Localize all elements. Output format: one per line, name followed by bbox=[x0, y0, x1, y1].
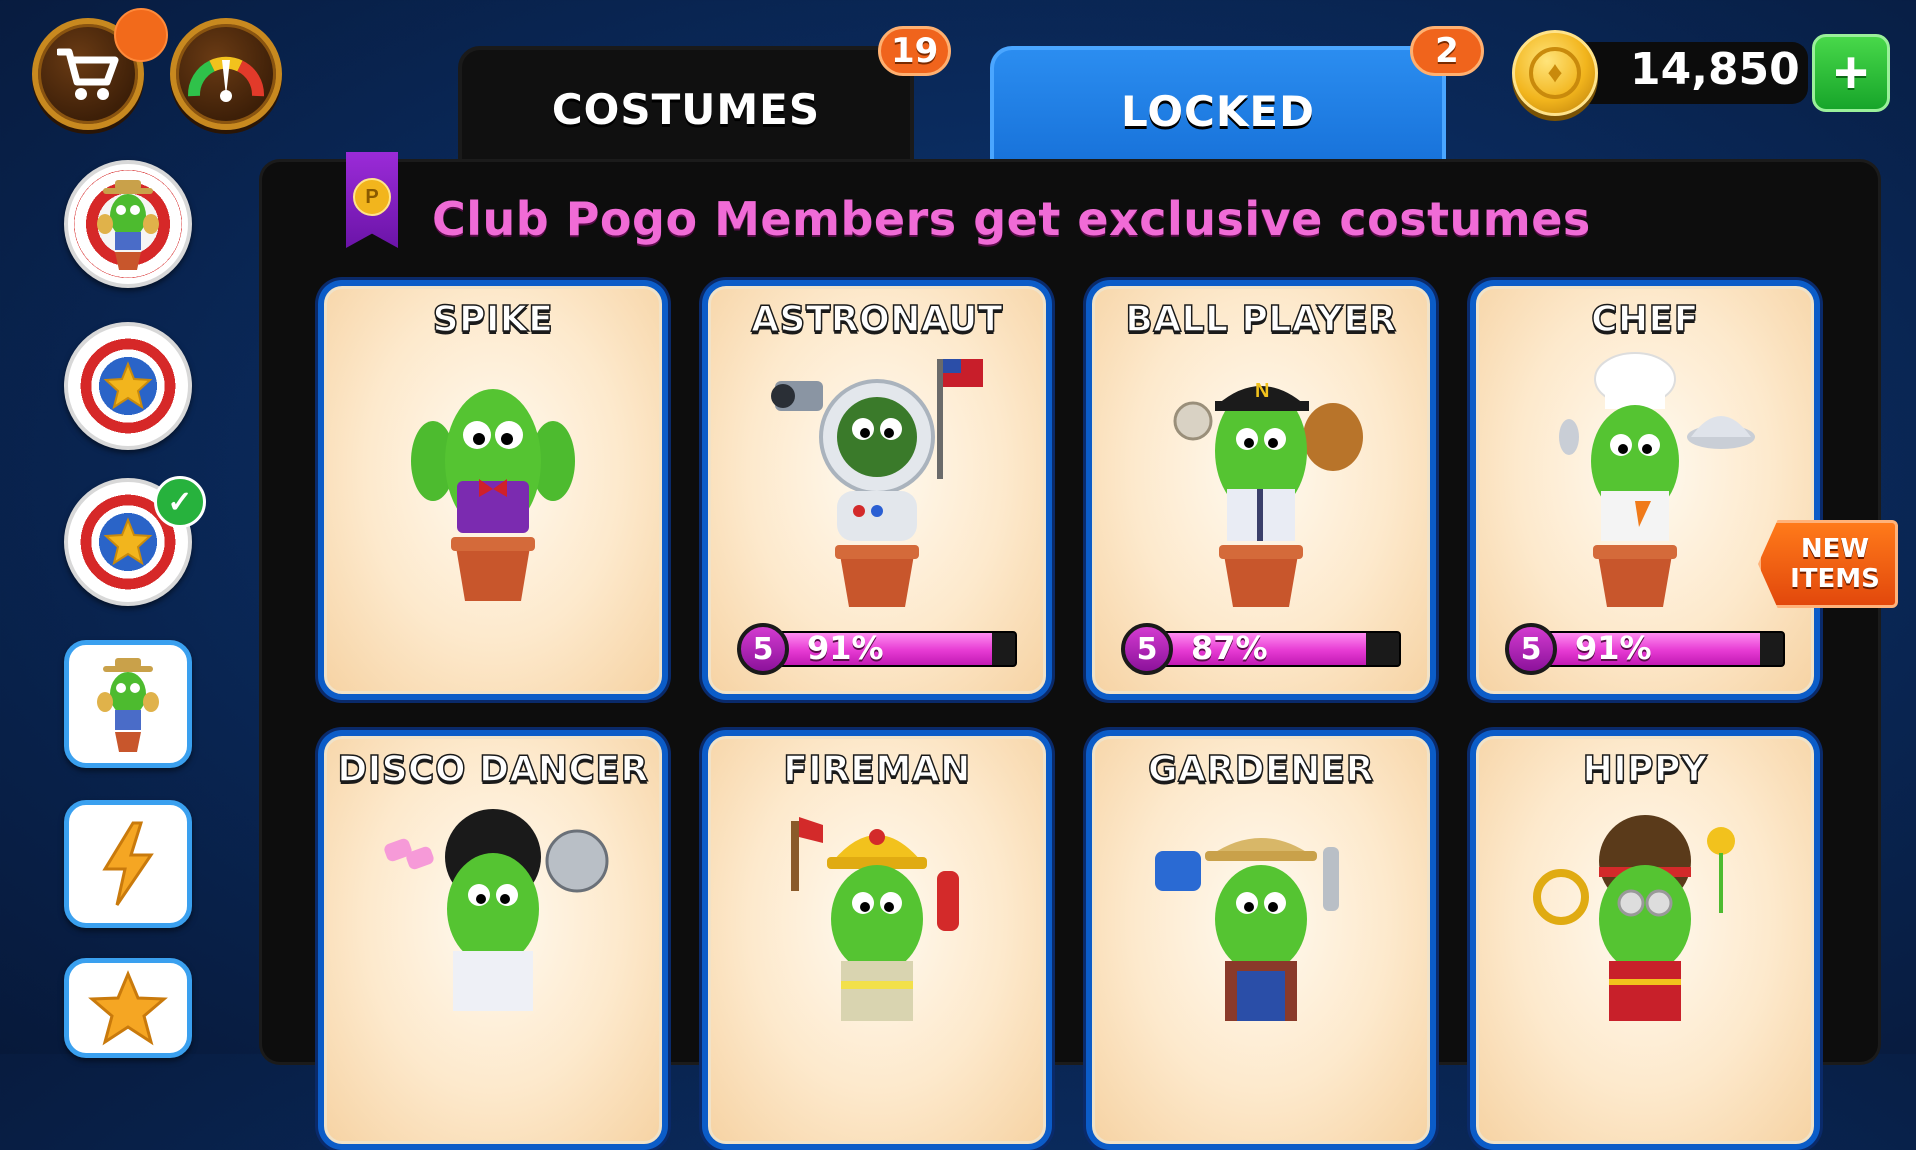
progress-track bbox=[1529, 631, 1785, 667]
cactus-costume-icon bbox=[1525, 801, 1765, 1066]
star-balloon-icon bbox=[103, 517, 153, 566]
progress-track bbox=[1145, 631, 1401, 667]
costume-progress: 91% 5 bbox=[737, 623, 1017, 675]
costume-card-body: DISCO DANCER bbox=[324, 736, 662, 1144]
costume-card-hippy[interactable]: HIPPY bbox=[1470, 730, 1820, 1150]
costume-card-body: SPIKE bbox=[324, 286, 662, 694]
costume-progress: 91% 5 bbox=[1505, 623, 1785, 675]
tab-costumes-badge: 19 bbox=[878, 26, 952, 76]
star-balloon-icon bbox=[103, 361, 153, 410]
costume-card-body: HIPPY bbox=[1476, 736, 1814, 1144]
progress-percent: 91% bbox=[1575, 629, 1652, 667]
cactus-costume-icon bbox=[393, 351, 593, 616]
level-badge: 5 bbox=[737, 623, 789, 675]
costume-card-body: GARDENER bbox=[1092, 736, 1430, 1144]
progress-track bbox=[761, 631, 1017, 667]
new-items-tag: NEW ITEMS bbox=[1758, 520, 1898, 608]
gauge-button[interactable] bbox=[170, 18, 282, 130]
cactus-costume-icon bbox=[1141, 801, 1381, 1066]
sidebar-item-scarecrow[interactable] bbox=[64, 160, 192, 288]
costume-name: DISCO DANCER bbox=[337, 748, 649, 791]
svg-text:N: N bbox=[1255, 380, 1269, 402]
costume-card-gardener[interactable]: GARDENER bbox=[1086, 730, 1436, 1150]
sidebar-item-star-calendar[interactable] bbox=[64, 958, 192, 1058]
shopping-cart-icon bbox=[57, 48, 119, 100]
cactus-costume-icon: N bbox=[1151, 351, 1371, 616]
tab-locked-label: LOCKED bbox=[1121, 86, 1315, 136]
level-badge: 5 bbox=[1505, 623, 1557, 675]
costume-name: ASTRONAUT bbox=[750, 298, 1003, 341]
costume-card-body: BALL PLAYER N 87% 5 bbox=[1092, 286, 1430, 694]
level-badge: 5 bbox=[1121, 623, 1173, 675]
costume-card-disco-dancer[interactable]: DISCO DANCER bbox=[318, 730, 668, 1150]
scarecrow-cactus-icon bbox=[97, 658, 159, 752]
costume-card-body: CHEF 91% 5 bbox=[1476, 286, 1814, 694]
progress-percent: 91% bbox=[807, 629, 884, 667]
gauge-icon bbox=[188, 56, 264, 102]
costume-card-astronaut[interactable]: ASTRONAUT 91% 5 bbox=[702, 280, 1052, 700]
costume-name: HIPPY bbox=[1582, 748, 1708, 791]
lightning-calendar-icon bbox=[102, 821, 154, 906]
costume-progress: 87% 5 bbox=[1121, 623, 1401, 675]
tab-locked[interactable]: LOCKED bbox=[990, 46, 1446, 172]
pogo-coin-icon: P bbox=[353, 178, 391, 216]
costume-card-body: FIREMAN bbox=[708, 736, 1046, 1144]
plus-icon: + bbox=[1833, 39, 1869, 106]
costume-card-chef[interactable]: CHEF 91% 5 bbox=[1470, 280, 1820, 700]
check-icon: ✓ bbox=[154, 476, 206, 528]
costume-name: BALL PLAYER bbox=[1125, 298, 1397, 341]
cactus-costume-icon bbox=[757, 801, 997, 1066]
tab-locked-badge: 2 bbox=[1410, 26, 1484, 76]
cactus-costume-icon bbox=[363, 801, 623, 1066]
costume-name: SPIKE bbox=[432, 298, 554, 341]
tab-costumes[interactable]: COSTUMES bbox=[458, 46, 914, 172]
tab-costumes-badge-count: 19 bbox=[891, 31, 939, 71]
costume-card-spike[interactable]: SPIKE bbox=[318, 280, 668, 700]
tab-costumes-label: COSTUMES bbox=[551, 84, 821, 134]
add-coins-button[interactable]: + bbox=[1812, 34, 1890, 112]
club-pogo-banner: Club Pogo Members get exclusive costumes bbox=[432, 192, 1591, 246]
sidebar-item-balloon[interactable] bbox=[64, 322, 192, 450]
star-calendar-icon bbox=[88, 970, 168, 1046]
coin-balance: 14,850 bbox=[1630, 44, 1800, 95]
sidebar-item-lightning-calendar[interactable] bbox=[64, 800, 192, 928]
costume-card-body: ASTRONAUT 91% 5 bbox=[708, 286, 1046, 694]
tab-locked-badge-count: 2 bbox=[1435, 31, 1459, 71]
progress-percent: 87% bbox=[1191, 629, 1268, 667]
costume-name: FIREMAN bbox=[782, 748, 971, 791]
cactus-costume-icon bbox=[767, 351, 987, 616]
scarecrow-cactus-icon bbox=[97, 180, 159, 270]
costume-name: CHEF bbox=[1590, 298, 1699, 341]
costume-card-fireman[interactable]: FIREMAN bbox=[702, 730, 1052, 1150]
cactus-costume-icon bbox=[1535, 351, 1755, 616]
costume-card-ball-player[interactable]: BALL PLAYER N 87% 5 bbox=[1086, 280, 1436, 700]
sidebar-item-scarecrow-card[interactable] bbox=[64, 640, 192, 768]
costume-name: GARDENER bbox=[1147, 748, 1375, 791]
new-items-label: NEW ITEMS bbox=[1790, 534, 1880, 594]
notification-dot bbox=[114, 8, 168, 62]
coin-icon: ♦ bbox=[1512, 30, 1598, 116]
